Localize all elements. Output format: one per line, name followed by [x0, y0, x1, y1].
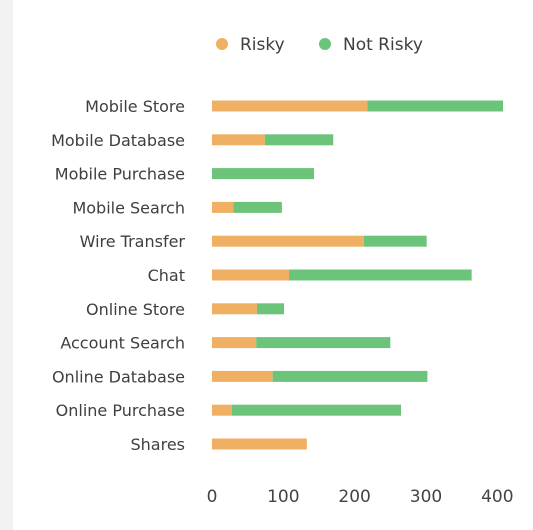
bar-not-risky: [231, 404, 402, 416]
x-tick-label: 0: [207, 487, 218, 507]
bar-risky: [212, 370, 273, 382]
bar-risky: [212, 269, 290, 281]
bar-risky: [212, 201, 234, 213]
x-tick-label: 300: [410, 487, 442, 507]
bar-not-risky: [212, 168, 315, 180]
bars: [212, 100, 504, 450]
category-label: Mobile Database: [51, 131, 185, 150]
bar-not-risky: [289, 269, 472, 281]
category-label: Online Database: [52, 367, 185, 386]
category-label: Mobile Search: [72, 198, 185, 217]
x-tick-label: 100: [267, 487, 299, 507]
bar-not-risky: [233, 201, 282, 213]
legend-label-risky: Risky: [240, 35, 285, 55]
x-tick-label: 400: [481, 487, 513, 507]
stacked-bar-chart: Risky Not Risky Mobile Store Mobile Databa…: [51, 35, 514, 507]
category-label: Chat: [148, 266, 185, 285]
legend: Risky Not Risky: [216, 35, 423, 55]
bar-not-risky: [272, 370, 428, 382]
category-label: Wire Transfer: [80, 232, 186, 251]
bar-risky: [212, 438, 307, 450]
bar-not-risky: [264, 134, 334, 146]
legend-label-not-risky: Not Risky: [343, 35, 423, 55]
bar-risky: [212, 303, 257, 315]
category-labels: Mobile Store Mobile Database Mobile Purcha…: [51, 97, 185, 454]
bar-not-risky: [256, 303, 285, 315]
bar-not-risky: [363, 235, 427, 247]
legend-swatch-risky: [216, 38, 228, 50]
category-label: Mobile Purchase: [55, 165, 185, 184]
bar-risky: [212, 134, 265, 146]
bar-risky: [212, 404, 232, 416]
bar-not-risky: [367, 100, 504, 112]
category-label: Mobile Store: [85, 97, 185, 116]
bar-risky: [212, 337, 257, 349]
bar-not-risky: [256, 337, 391, 349]
bar-risky: [212, 235, 364, 247]
category-label: Online Purchase: [56, 401, 185, 420]
bar-risky: [212, 100, 368, 112]
x-axis-ticks: 0 100 200 300 400: [207, 487, 514, 507]
legend-swatch-not-risky: [319, 38, 331, 50]
category-label: Account Search: [60, 334, 185, 353]
category-label: Online Store: [86, 300, 185, 319]
category-label: Shares: [130, 435, 185, 454]
x-tick-label: 200: [338, 487, 370, 507]
